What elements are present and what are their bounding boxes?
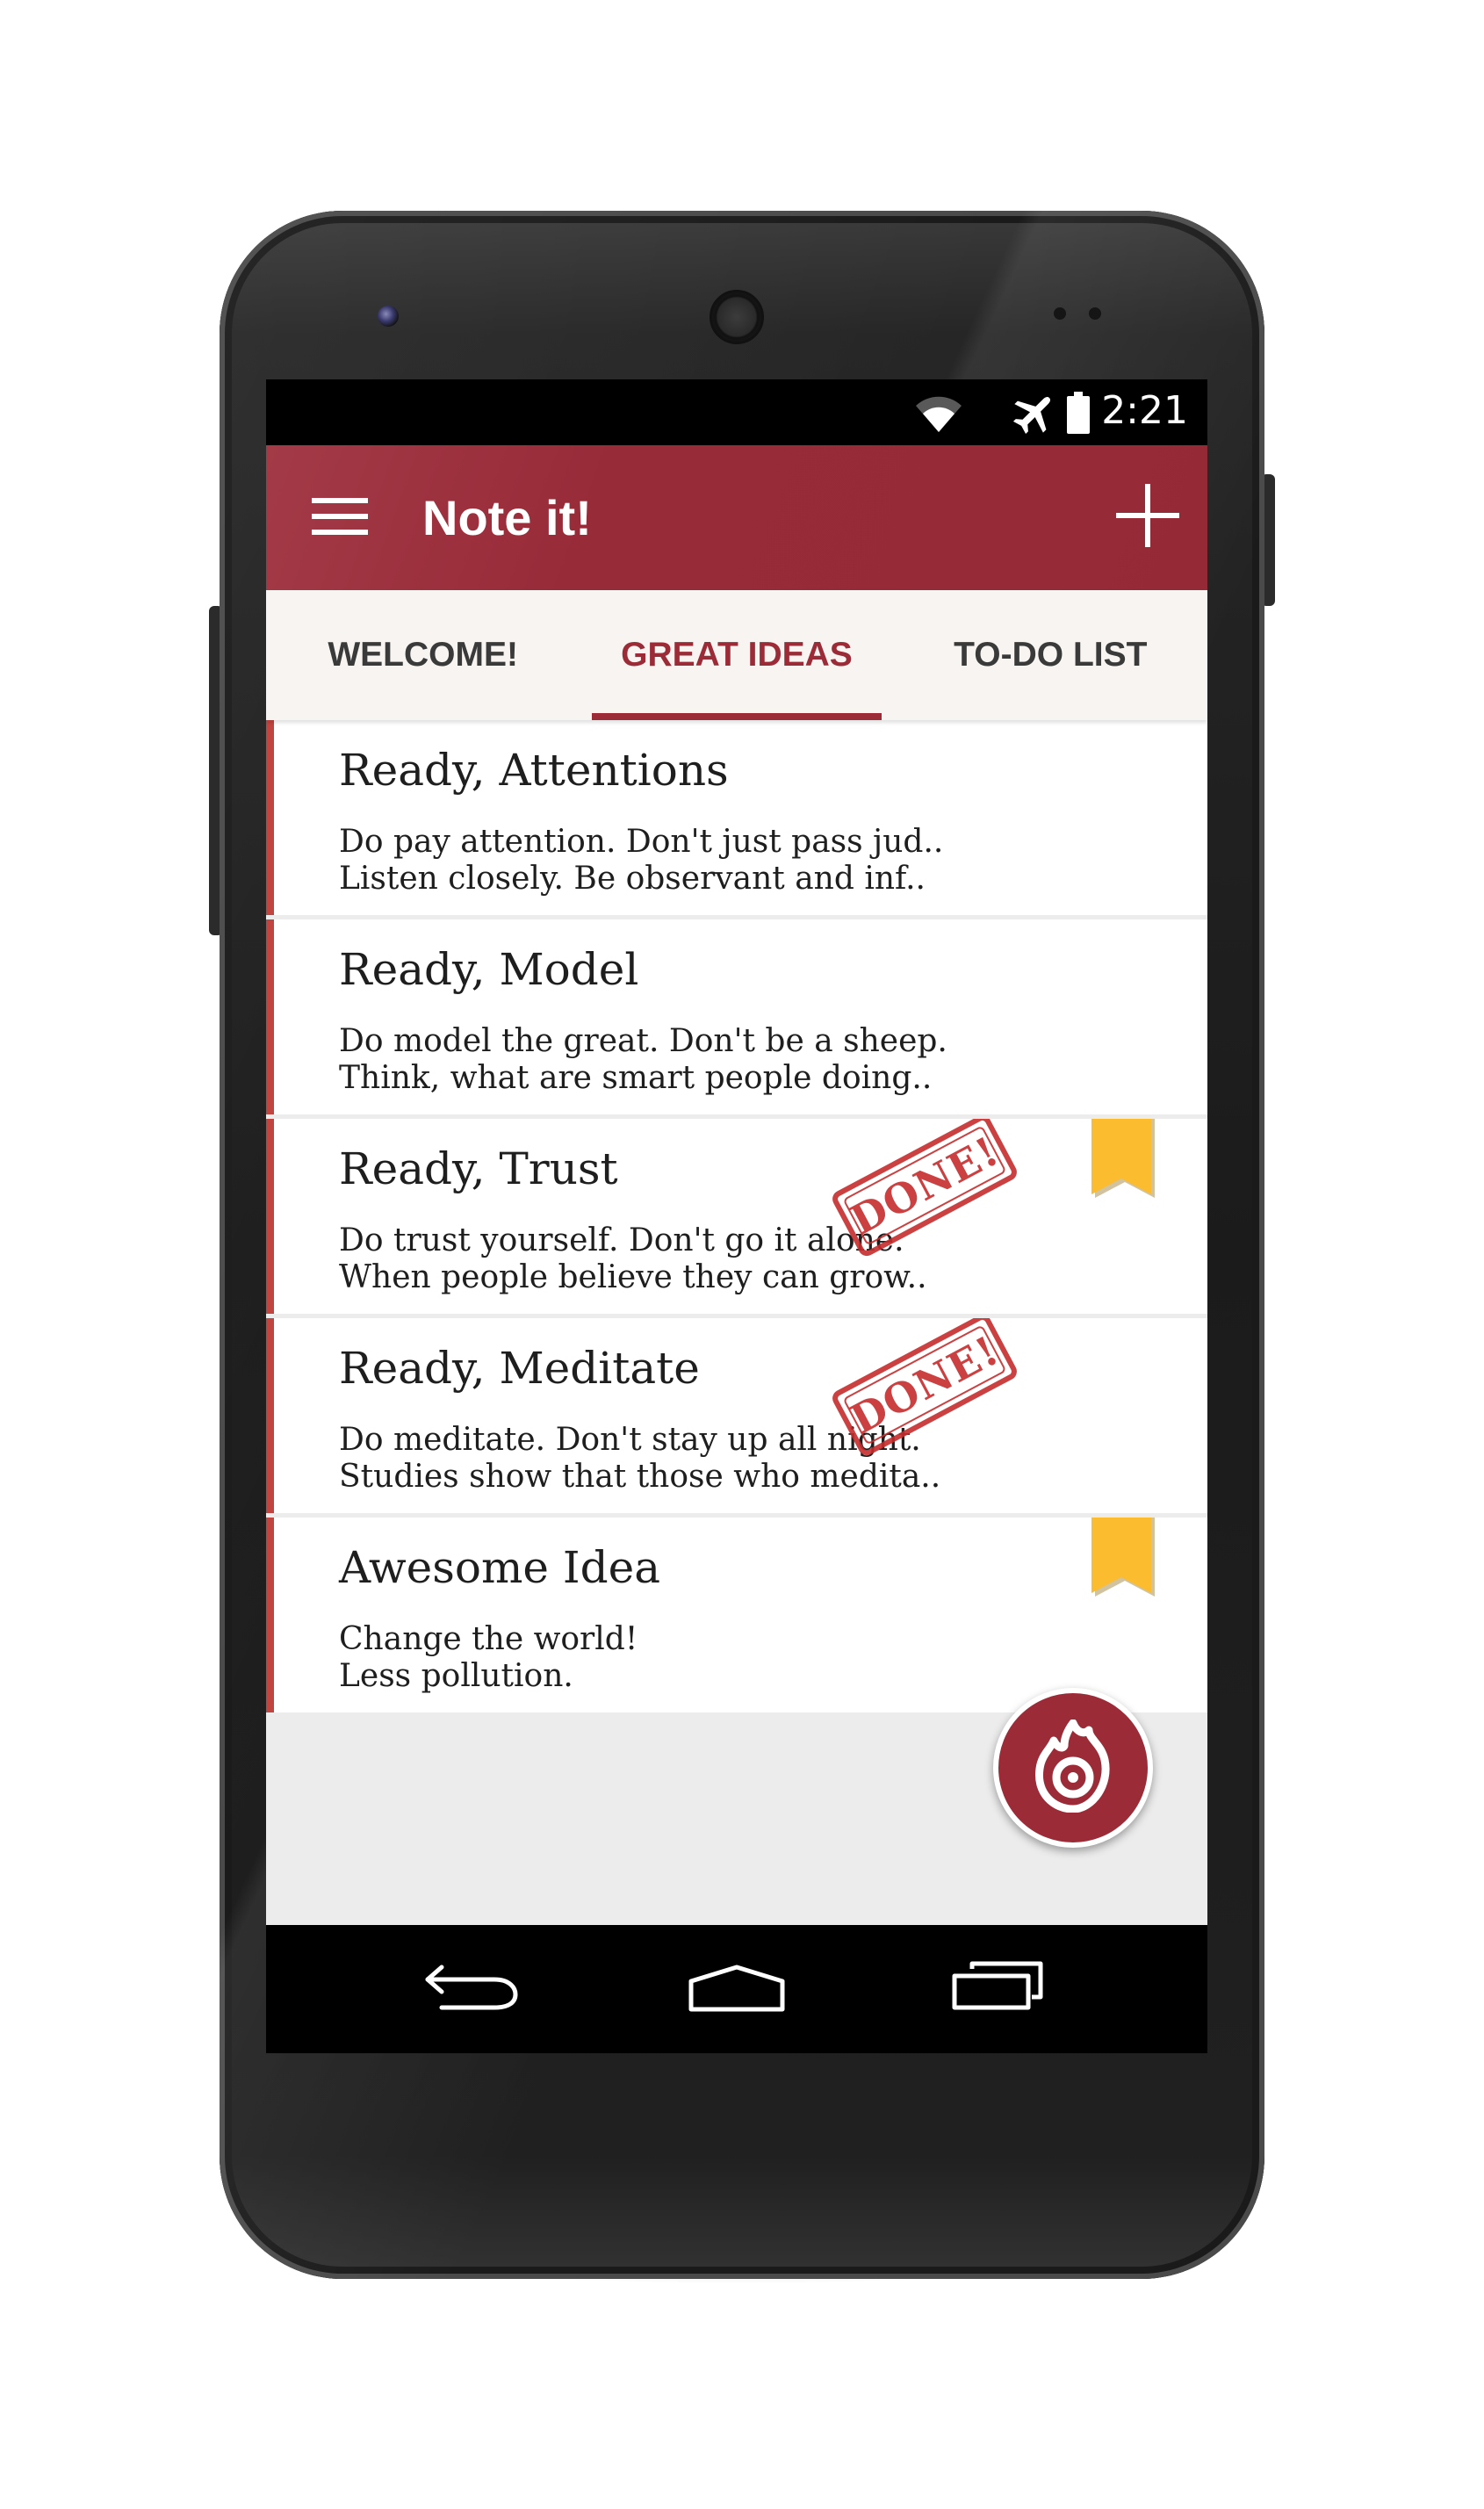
- plus-icon[interactable]: [1116, 484, 1179, 551]
- note-preview-line: When people believe they can grow..: [339, 1259, 927, 1295]
- system-nav-bar: [266, 1925, 1207, 2053]
- note-preview-line: Do trust yourself. Don't go it alone.: [339, 1222, 904, 1258]
- note-title: Awesome Idea: [339, 1542, 661, 1593]
- recent-apps-icon[interactable]: [951, 1960, 1044, 2015]
- tab-label: GREAT IDEAS: [621, 636, 853, 674]
- note-title: Ready, Model: [339, 944, 639, 995]
- app-bar: Note it!: [266, 445, 1207, 590]
- earpiece-speaker: [710, 290, 764, 344]
- screen: 2:21 Note it! WELCOME! GREAT IDEAS TO-DO…: [266, 379, 1207, 2053]
- note-title: Ready, Meditate: [339, 1343, 700, 1394]
- active-tab-indicator: [592, 713, 882, 720]
- light-sensor: [1089, 307, 1101, 320]
- note-title: Ready, Trust: [339, 1143, 618, 1194]
- status-time: 2:21: [1101, 388, 1188, 433]
- note-card[interactable]: Ready, Trust Do trust yourself. Don't go…: [266, 1119, 1207, 1314]
- note-card[interactable]: Awesome Idea Change the world! Less poll…: [266, 1518, 1207, 1712]
- note-preview-line: Do model the great. Don't be a sheep.: [339, 1023, 947, 1059]
- floating-action-button[interactable]: [993, 1688, 1153, 1848]
- bookmark-icon[interactable]: [1091, 1518, 1156, 1602]
- note-card[interactable]: Ready, Meditate Do meditate. Don't stay …: [266, 1318, 1207, 1513]
- note-preview-line: Change the world!: [339, 1621, 638, 1657]
- status-bar: 2:21: [266, 379, 1207, 445]
- device-mockup: 2:21 Note it! WELCOME! GREAT IDEAS TO-DO…: [0, 0, 1484, 2509]
- home-icon[interactable]: [688, 1964, 786, 2016]
- battery-icon: [1067, 392, 1090, 437]
- proximity-sensor: [1054, 307, 1066, 320]
- bookmark-icon[interactable]: [1091, 1119, 1156, 1203]
- note-preview-line: Studies show that those who medita..: [339, 1459, 941, 1495]
- note-preview-line: Do pay attention. Don't just pass jud..: [339, 824, 944, 860]
- tab-label: WELCOME!: [328, 636, 518, 674]
- note-preview-line: Think, what are smart people doing..: [339, 1060, 933, 1096]
- tab-great-ideas[interactable]: GREAT IDEAS: [580, 590, 893, 720]
- tab-to-do-list[interactable]: TO-DO LIST: [894, 590, 1207, 720]
- done-stamp: DONE!: [829, 1119, 1020, 1259]
- note-card[interactable]: Ready, Attentions Do pay attention. Don'…: [266, 720, 1207, 915]
- tab-bar: WELCOME! GREAT IDEAS TO-DO LIST: [266, 590, 1207, 720]
- airplane-mode-icon: [1011, 390, 1058, 439]
- wifi-icon: [914, 392, 963, 437]
- hamburger-menu-icon[interactable]: [312, 498, 368, 538]
- back-icon[interactable]: [424, 1962, 521, 2015]
- front-camera: [378, 306, 399, 327]
- note-preview-line: Less pollution.: [339, 1658, 573, 1694]
- app-title: Note it!: [422, 490, 592, 545]
- tab-welcome[interactable]: WELCOME!: [266, 590, 580, 720]
- done-stamp: DONE!: [829, 1318, 1020, 1459]
- flame-icon: [1031, 1719, 1115, 1816]
- note-preview-line: Do meditate. Don't stay up all night.: [339, 1422, 921, 1458]
- note-preview-line: Listen closely. Be observant and inf..: [339, 861, 926, 897]
- note-title: Ready, Attentions: [339, 745, 729, 796]
- tab-label: TO-DO LIST: [954, 636, 1148, 674]
- note-card[interactable]: Ready, Model Do model the great. Don't b…: [266, 919, 1207, 1114]
